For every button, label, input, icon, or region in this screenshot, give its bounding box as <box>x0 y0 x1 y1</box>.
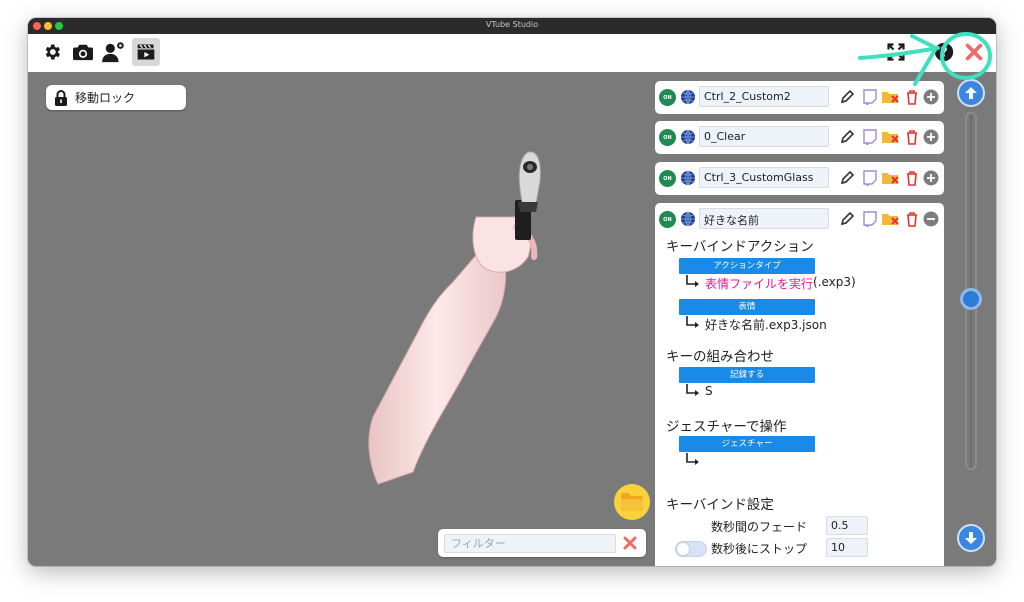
annotation-overlay <box>858 32 992 86</box>
